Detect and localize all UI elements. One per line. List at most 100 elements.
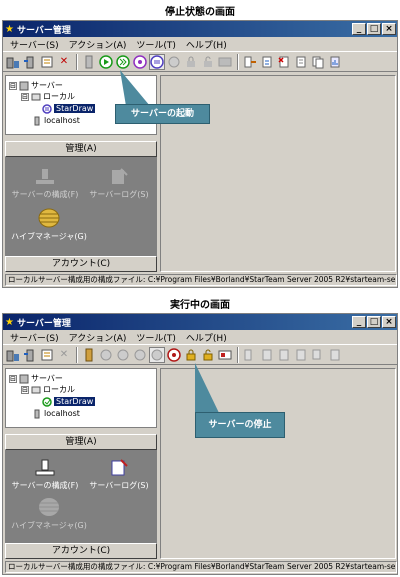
local-icon — [31, 385, 41, 395]
start-server-icon[interactable] — [98, 54, 114, 70]
manage-tab[interactable]: 管理(A) — [5, 434, 157, 450]
copy-icon — [310, 347, 326, 363]
manage-tab[interactable]: 管理(A) — [5, 141, 157, 157]
remove-icon[interactable] — [276, 54, 292, 70]
hive-manager-label: ハイブマネージャ(G) — [11, 521, 87, 530]
tree-localhost-label: localhost — [44, 409, 80, 418]
properties-icon[interactable] — [39, 347, 55, 363]
server-icon — [81, 54, 97, 70]
hive-manager-label: ハイブマネージャ(G) — [11, 232, 87, 241]
tree-localhost[interactable]: localhost — [32, 115, 80, 126]
document-icon — [293, 347, 309, 363]
server-config-item[interactable]: サーバーの構成(F) — [9, 458, 81, 491]
pause-server-icon[interactable] — [149, 53, 165, 70]
expand-toggle[interactable]: ⊟ — [21, 385, 29, 394]
toolbar-separator — [237, 53, 239, 70]
tree-server-label: StarDraw — [54, 397, 96, 406]
remove-icon — [276, 347, 292, 363]
account-tab[interactable]: アカウント(C) — [5, 543, 157, 559]
unlock-icon — [200, 54, 216, 70]
lock-icon — [183, 54, 199, 70]
servers-icon — [19, 374, 29, 384]
delete-icon: ✕ — [59, 349, 69, 360]
tree-root[interactable]: ⊟ サーバー — [9, 80, 63, 91]
menu-action[interactable]: アクション(A) — [64, 38, 132, 51]
menu-tools[interactable]: ツール(T) — [131, 38, 181, 51]
server-log-label: サーバーログ(S) — [89, 190, 149, 199]
menu-server[interactable]: サーバー(S) — [5, 38, 64, 51]
properties-icon[interactable] — [39, 54, 55, 70]
pause-server-icon — [149, 346, 165, 363]
tree-localhost[interactable]: localhost — [32, 408, 80, 419]
message-icon — [217, 54, 233, 70]
server-config-icon — [35, 459, 55, 476]
tree-local[interactable]: ⊟ ローカル — [21, 91, 75, 102]
servers-icon — [19, 81, 29, 91]
report-icon[interactable] — [327, 54, 343, 70]
server-connect-icon[interactable] — [22, 54, 38, 70]
caption-running: 実行中の画面 — [170, 300, 230, 311]
star-icon: ★ — [5, 23, 14, 35]
menu-help[interactable]: ヘルプ(H) — [181, 331, 232, 344]
unlock-icon[interactable] — [200, 347, 216, 363]
minimize-button[interactable]: _ — [352, 23, 366, 35]
delete-icon[interactable]: ✕ — [56, 54, 72, 70]
stop-server-icon — [166, 54, 182, 70]
hive-manager-item[interactable]: ハイブマネージャ(G) — [9, 207, 89, 242]
expand-toggle[interactable]: ⊟ — [9, 374, 17, 383]
lock-icon[interactable] — [183, 347, 199, 363]
report-icon — [327, 347, 343, 363]
minimize-button[interactable]: _ — [352, 316, 366, 328]
menu-help[interactable]: ヘルプ(H) — [181, 38, 232, 51]
server-log-item: サーバーログ(S) — [83, 167, 155, 200]
server-config-icon[interactable] — [5, 347, 21, 363]
tree-server-stardraw[interactable]: StarDraw — [42, 396, 96, 407]
left-pane: ⊟ サーバー ⊟ ローカル StarDraw localhost 管理(A) サ… — [5, 368, 157, 559]
lock-server-icon[interactable] — [132, 54, 148, 70]
tree-root[interactable]: ⊟ サーバー — [9, 373, 63, 384]
toolbar-separator — [76, 346, 78, 363]
menu-action[interactable]: アクション(A) — [64, 331, 132, 344]
server-config-label: サーバーの構成(F) — [11, 481, 79, 490]
message-icon[interactable] — [217, 347, 233, 363]
tree-root-label: サーバー — [31, 374, 63, 383]
tree-local[interactable]: ⊟ ローカル — [21, 384, 75, 395]
window-stopped: ★ サーバー管理 _ □ × サーバー(S) アクション(A) ツール(T) ヘ… — [2, 20, 398, 288]
tree-server-label: StarDraw — [54, 104, 96, 113]
server-config-icon — [36, 169, 54, 184]
callout-pointer — [195, 363, 220, 415]
title-bar: ★ サーバー管理 _ □ × — [3, 21, 397, 37]
server-config-icon[interactable] — [5, 54, 21, 70]
lock-server-icon — [132, 347, 148, 363]
callout-stop-server: サーバーの停止 — [195, 412, 285, 438]
maximize-button[interactable]: □ — [367, 23, 381, 35]
close-button[interactable]: × — [382, 316, 396, 328]
toolbar: ✕ — [3, 52, 397, 72]
server-status-icon[interactable] — [81, 347, 97, 363]
copy-icon[interactable] — [310, 54, 326, 70]
status-bar: ローカルサーバー構成用の構成ファイル: C:¥Program Files¥Bor… — [5, 274, 397, 286]
menu-server[interactable]: サーバー(S) — [5, 331, 64, 344]
import-icon[interactable] — [242, 54, 258, 70]
server-connect-icon[interactable] — [22, 347, 38, 363]
close-button[interactable]: × — [382, 23, 396, 35]
stop-server-icon[interactable] — [166, 347, 182, 363]
local-icon — [31, 92, 41, 102]
server-log-item[interactable]: サーバーログ(S) — [83, 458, 155, 491]
tree-local-label: ローカル — [43, 92, 75, 101]
toolbar-separator — [237, 346, 239, 363]
tree-server-stardraw[interactable]: StarDraw — [42, 103, 96, 114]
manage-panel: サーバーの構成(F) サーバーログ(S) ハイブマネージャ(G) — [5, 157, 157, 256]
toolbar-separator — [76, 53, 78, 70]
export-icon[interactable] — [259, 54, 275, 70]
start-alt-icon[interactable] — [115, 54, 131, 70]
expand-toggle[interactable]: ⊟ — [21, 92, 29, 101]
expand-toggle[interactable]: ⊟ — [9, 81, 17, 90]
hive-icon — [39, 498, 59, 516]
account-tab[interactable]: アカウント(C) — [5, 256, 157, 272]
document-icon[interactable] — [293, 54, 309, 70]
menu-bar: サーバー(S) アクション(A) ツール(T) ヘルプ(H) — [3, 330, 397, 345]
server-log-label: サーバーログ(S) — [89, 481, 149, 490]
maximize-button[interactable]: □ — [367, 316, 381, 328]
menu-tools[interactable]: ツール(T) — [131, 331, 181, 344]
